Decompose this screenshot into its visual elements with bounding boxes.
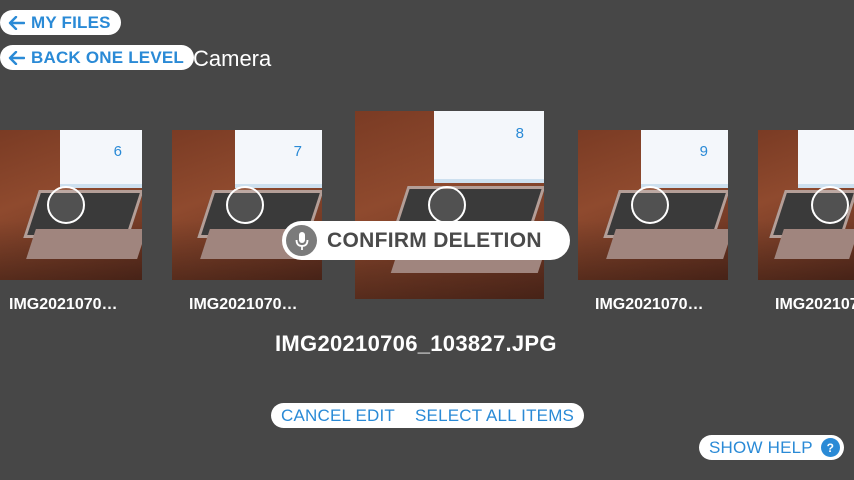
- thumbnail-number: 9: [699, 143, 708, 160]
- thumbnail-6[interactable]: 6: [0, 130, 142, 280]
- cancel-edit-button[interactable]: CANCEL EDIT: [271, 403, 405, 428]
- left-arrow-icon: [8, 15, 25, 30]
- thumbnail-10[interactable]: [758, 130, 854, 280]
- thumbnail-caption: IMG2021070…: [9, 296, 118, 313]
- thumbnail-9[interactable]: 9: [578, 130, 728, 280]
- my-files-button[interactable]: MY FILES: [0, 10, 121, 35]
- back-one-level-label: BACK ONE LEVEL: [31, 47, 184, 67]
- my-files-label: MY FILES: [31, 12, 111, 32]
- thumbnail-caption: IMG2021070…: [189, 296, 298, 313]
- select-checkbox[interactable]: [428, 186, 466, 224]
- select-checkbox[interactable]: [631, 186, 669, 224]
- folder-title: Camera: [193, 46, 272, 71]
- select-checkbox[interactable]: [226, 186, 264, 224]
- thumbnail-number: 7: [293, 143, 302, 160]
- confirm-deletion-label: CONFIRM DELETION: [327, 228, 542, 252]
- select-all-items-button[interactable]: SELECT ALL ITEMS: [405, 403, 585, 428]
- thumbnail-number: 6: [113, 143, 122, 160]
- select-all-items-label: SELECT ALL ITEMS: [415, 405, 575, 425]
- selected-filename: IMG20210706_103827.JPG: [275, 331, 557, 356]
- select-checkbox[interactable]: [811, 186, 849, 224]
- show-help-button[interactable]: SHOW HELP ?: [699, 435, 844, 460]
- microphone-icon: [286, 225, 317, 256]
- cancel-edit-label: CANCEL EDIT: [281, 405, 395, 425]
- select-checkbox[interactable]: [47, 186, 85, 224]
- help-icon: ?: [820, 438, 840, 457]
- back-one-level-button[interactable]: BACK ONE LEVEL: [0, 45, 194, 70]
- confirm-deletion-button[interactable]: CONFIRM DELETION: [282, 221, 570, 260]
- thumbnail-caption: IMG2021070…: [595, 296, 704, 313]
- thumbnail-caption: IMG2021070…: [775, 296, 854, 313]
- show-help-label: SHOW HELP: [709, 437, 813, 457]
- thumbnail-number: 8: [515, 125, 524, 142]
- thumbnail-8[interactable]: 8: [355, 111, 544, 299]
- left-arrow-icon: [8, 50, 25, 65]
